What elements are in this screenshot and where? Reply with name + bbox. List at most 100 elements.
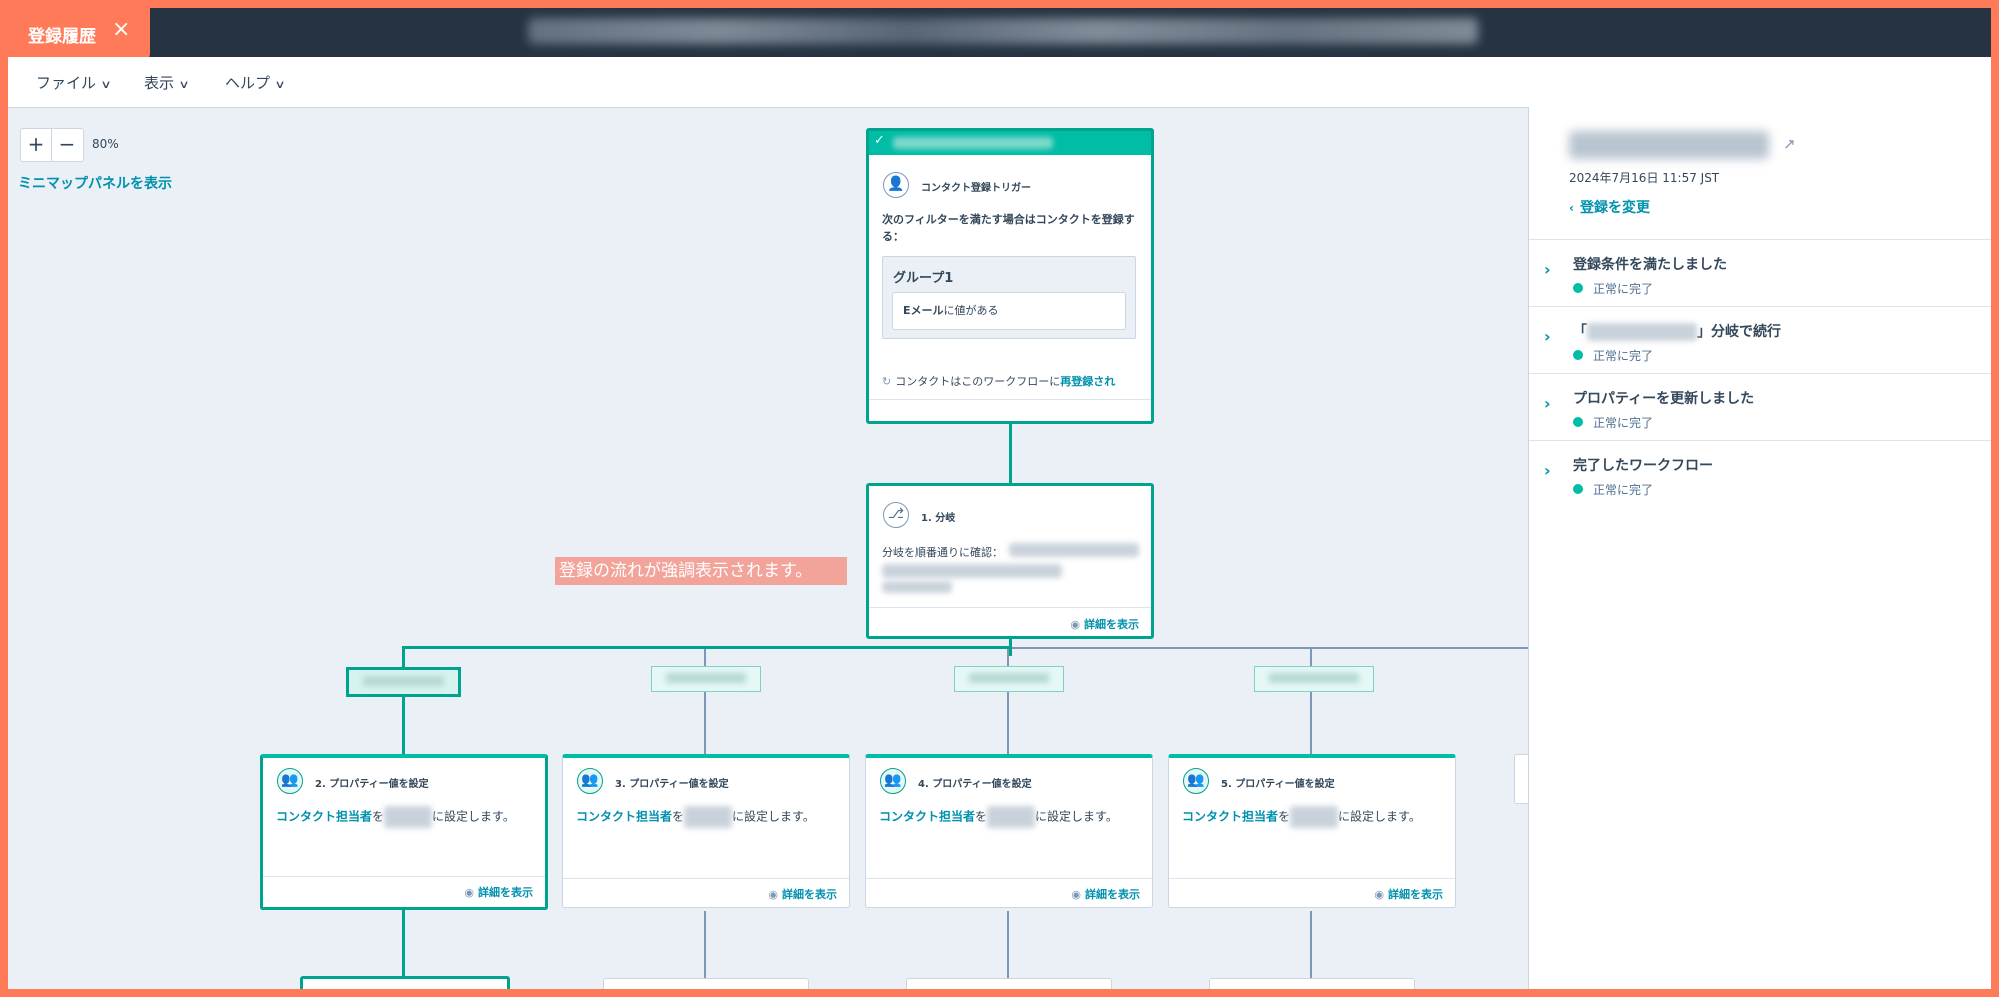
action-text-suffix: に設定します。 — [1035, 809, 1118, 824]
action-card-3[interactable]: 👥 3. プロパティー値を設定 コンタクト担当者を に設定します。 ◉ 詳細を表示 — [562, 754, 850, 908]
branch-label-3[interactable] — [954, 666, 1064, 692]
menu-view-label: 表示 — [144, 74, 175, 92]
trigger-description: 次のフィルターを満たす場合はコンタクトを登録する： — [882, 213, 1135, 243]
reenroll-note: ↻ コンタクトはこのワークフローに再登録され — [882, 373, 1115, 389]
step-row[interactable]: › 登録条件を満たしました 正常に完了 — [1529, 239, 1991, 306]
close-icon[interactable]: × — [112, 17, 130, 42]
blurred-trigger-name — [893, 137, 1053, 149]
connector-line — [1310, 911, 1312, 981]
branch-label-4[interactable] — [1254, 666, 1374, 692]
connector-line — [1007, 911, 1009, 981]
branch-icon: ⎇ — [883, 502, 909, 528]
contact-owner-link[interactable]: コンタクト担当者 — [879, 810, 975, 824]
step-title-prefix: 「 — [1573, 324, 1587, 340]
change-enrollment-link[interactable]: ‹ 登録を変更 — [1569, 197, 1650, 217]
zoom-in-button[interactable]: + — [21, 129, 52, 161]
chevron-right-icon: › — [1544, 260, 1551, 279]
action-text-mid: を — [372, 809, 385, 824]
blurred-owner — [384, 806, 433, 828]
next-action-card[interactable] — [906, 978, 1112, 989]
connector-line — [402, 694, 405, 756]
view-details-label: 詳細を表示 — [478, 886, 533, 899]
refresh-icon: ↻ — [882, 375, 892, 388]
menu-file-label: ファイル — [36, 74, 97, 92]
trigger-card[interactable]: ✓ 👤 コンタクト登録トリガー 次のフィルターを満たす場合はコンタクトを登録する… — [866, 128, 1154, 424]
action-title: 5. プロパティー値を設定 — [1221, 779, 1335, 790]
app-frame: 登録履歴 × ファイル ∨ 表示 ∨ ヘルプ ∨ + − 80% ミニマップパネルを表… — [8, 8, 1991, 989]
view-details-link[interactable]: ◉ 詳細を表示 — [1374, 886, 1443, 902]
status-dot — [1573, 350, 1583, 360]
zoom-controls: + − — [20, 128, 84, 162]
filter-property: Eメール — [903, 304, 944, 317]
blurred-branch-criteria — [882, 581, 952, 593]
action-text-mid: を — [975, 809, 988, 824]
people-icon: 👥 — [880, 768, 906, 794]
chevron-left-icon: ‹ — [1569, 201, 1574, 215]
card-divider — [869, 607, 1151, 608]
connector-line — [1012, 647, 1528, 649]
next-action-card[interactable] — [1209, 978, 1415, 989]
view-details-link[interactable]: ◉ 詳細を表示 — [464, 884, 533, 900]
blurred-branch-criteria — [1009, 543, 1139, 557]
step-row[interactable]: › プロパティーを更新しました 正常に完了 — [1529, 373, 1991, 440]
reenroll-link[interactable]: 再登録され — [1060, 375, 1115, 388]
card-divider — [869, 399, 1151, 400]
card-divider — [563, 878, 849, 879]
chevron-right-icon: › — [1544, 327, 1551, 346]
connector-line — [704, 911, 706, 981]
group-title: グループ1 — [893, 271, 954, 286]
branch-label-2[interactable] — [651, 666, 761, 692]
reenroll-text: コンタクトはこのワークフローに — [895, 375, 1061, 388]
view-details-label: 詳細を表示 — [1085, 888, 1140, 901]
menu-help[interactable]: ヘルプ ∨ — [225, 72, 286, 93]
zoom-out-button[interactable]: − — [52, 129, 82, 161]
blurred-contact-name — [1569, 131, 1769, 159]
status-dot — [1573, 417, 1583, 427]
menu-file[interactable]: ファイル ∨ — [36, 72, 112, 93]
branch-title: 1. 分岐 — [921, 513, 956, 524]
branch-label-1[interactable] — [346, 667, 461, 697]
step-title: 完了したワークフロー — [1573, 458, 1713, 474]
contact-owner-link[interactable]: コンタクト担当者 — [276, 810, 372, 824]
step-row[interactable]: › 完了したワークフロー 正常に完了 — [1529, 440, 1991, 507]
annotation-label: 登録の流れが強調表示されます。 — [555, 557, 847, 585]
contact-owner-link[interactable]: コンタクト担当者 — [576, 810, 672, 824]
eye-icon: ◉ — [1070, 618, 1080, 631]
contact-owner-link[interactable]: コンタクト担当者 — [1182, 810, 1278, 824]
show-minimap-link[interactable]: ミニマップパネルを表示 — [18, 173, 172, 193]
step-title: プロパティーを更新しました — [1573, 391, 1755, 407]
card-divider — [263, 876, 545, 877]
card-divider — [1169, 878, 1455, 879]
action-text-suffix: に設定します。 — [1338, 809, 1421, 824]
view-details-label: 詳細を表示 — [1084, 618, 1139, 631]
action-text: コンタクト担当者を に設定します。 — [276, 806, 515, 828]
action-title: 2. プロパティー値を設定 — [315, 779, 429, 790]
step-row[interactable]: › 「 」分岐で続行 正常に完了 — [1529, 306, 1991, 373]
people-icon: 👥 — [277, 768, 303, 794]
next-action-card[interactable] — [300, 976, 510, 989]
view-details-link[interactable]: ◉ 詳細を表示 — [1070, 616, 1139, 632]
connector-line — [1009, 422, 1012, 492]
branch-card[interactable]: ⎇ 1. 分岐 分岐を順番通りに確認： ◉ 詳細を表示 — [866, 483, 1154, 639]
chevron-right-icon: › — [1544, 461, 1551, 480]
menu-view[interactable]: 表示 ∨ — [144, 72, 190, 93]
next-action-card[interactable] — [603, 978, 809, 989]
eye-icon: ◉ — [768, 888, 778, 901]
filter-group: グループ1 Eメールに値がある — [882, 256, 1136, 339]
check-icon: ✓ — [874, 133, 885, 148]
trigger-card-header: ✓ — [869, 131, 1151, 155]
view-details-link[interactable]: ◉ 詳細を表示 — [768, 886, 837, 902]
view-details-link[interactable]: ◉ 詳細を表示 — [1071, 886, 1140, 902]
filter-condition: Eメールに値がある — [892, 292, 1126, 330]
blurred-branch-name — [363, 676, 444, 686]
blurred-branch-criteria — [882, 564, 1062, 578]
action-card-5[interactable]: 👥 5. プロパティー値を設定 コンタクト担当者を に設定します。 ◉ 詳細を表示 — [1168, 754, 1456, 908]
action-text-mid: を — [1278, 809, 1291, 824]
action-text-suffix: に設定します。 — [432, 809, 515, 824]
action-card-4[interactable]: 👥 4. プロパティー値を設定 コンタクト担当者を に設定します。 ◉ 詳細を表示 — [865, 754, 1153, 908]
external-link-icon[interactable]: ↗ — [1783, 135, 1796, 153]
card-divider — [866, 878, 1152, 879]
action-title: 4. プロパティー値を設定 — [918, 779, 1032, 790]
action-card-2[interactable]: 👥 2. プロパティー値を設定 コンタクト担当者を に設定します。 ◉ 詳細を表示 — [260, 754, 548, 910]
tab-title: 登録履歴 — [28, 27, 96, 47]
